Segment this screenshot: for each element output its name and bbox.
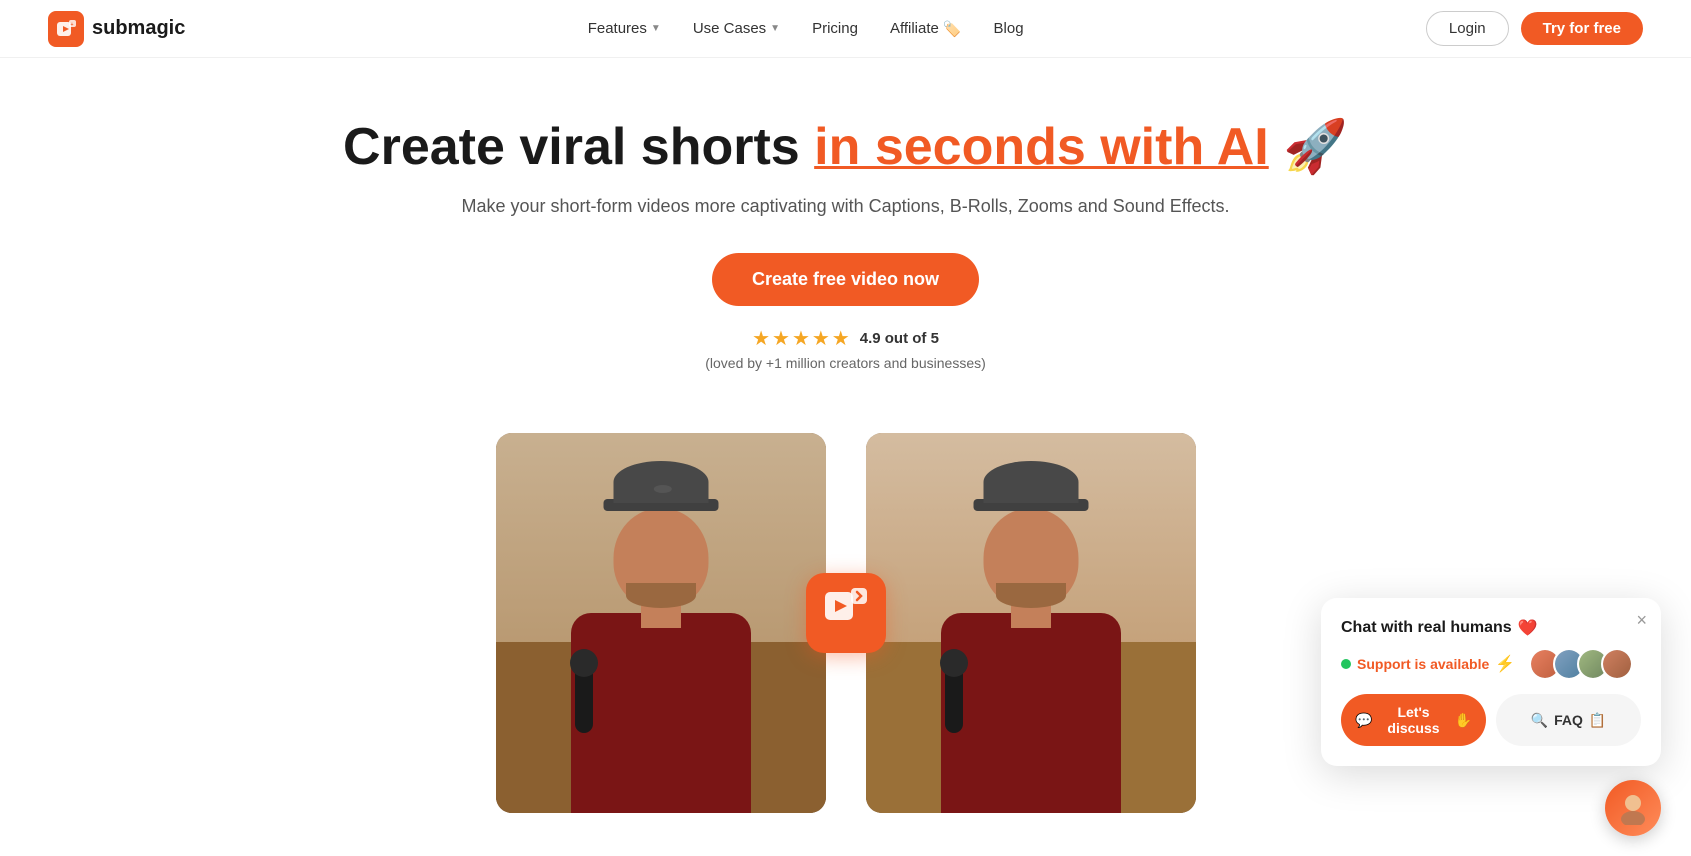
center-logo bbox=[806, 573, 886, 653]
chat-icon: 💬 bbox=[1355, 712, 1372, 729]
logo-icon: + bbox=[48, 11, 84, 47]
discuss-button[interactable]: 💬 Let's discuss ✋ bbox=[1341, 694, 1486, 746]
faq-button[interactable]: 🔍 FAQ 📋 bbox=[1496, 694, 1641, 746]
floating-avatar-icon bbox=[1605, 780, 1661, 836]
avatar-4 bbox=[1601, 648, 1633, 680]
nav-links: Features ▼ Use Cases ▼ Pricing Affiliate… bbox=[588, 20, 1024, 38]
chat-buttons: 💬 Let's discuss ✋ 🔍 FAQ 📋 bbox=[1341, 694, 1641, 746]
nav-use-cases[interactable]: Use Cases ▼ bbox=[693, 20, 780, 37]
lightning-emoji: ⚡ bbox=[1495, 654, 1515, 674]
nav-affiliate[interactable]: Affiliate 🏷️ bbox=[890, 20, 962, 38]
nav-actions: Login Try for free bbox=[1426, 11, 1643, 46]
affiliate-icon: 🏷️ bbox=[943, 20, 962, 38]
chat-status: Support is available ⚡ bbox=[1341, 648, 1641, 680]
star-icons: ★★★★★ bbox=[752, 326, 852, 351]
nav-pricing[interactable]: Pricing bbox=[812, 20, 858, 37]
nav-features[interactable]: Features ▼ bbox=[588, 20, 661, 37]
rating-score: 4.9 out of 5 bbox=[860, 330, 939, 347]
svg-text:+: + bbox=[71, 22, 74, 28]
logo-text: submagic bbox=[92, 17, 185, 40]
logo[interactable]: + submagic bbox=[48, 11, 185, 47]
rocket-emoji: 🚀 bbox=[1283, 118, 1348, 176]
hero-title: Create viral shorts in seconds with AI 🚀 bbox=[20, 118, 1671, 178]
rating-row: ★★★★★ 4.9 out of 5 bbox=[20, 326, 1671, 351]
chat-close-button[interactable]: × bbox=[1636, 610, 1647, 631]
rating-sub: (loved by +1 million creators and busine… bbox=[20, 355, 1671, 373]
search-icon: 🔍 bbox=[1531, 712, 1548, 729]
video-card-right bbox=[866, 433, 1196, 813]
faq-emoji: 📋 bbox=[1589, 712, 1606, 729]
hand-emoji: ✋ bbox=[1455, 712, 1472, 729]
chat-title: Chat with real humans ❤️ bbox=[1341, 618, 1641, 638]
navbar: + submagic Features ▼ Use Cases ▼ Pricin… bbox=[0, 0, 1691, 58]
hero-section: Create viral shorts in seconds with AI 🚀… bbox=[0, 58, 1691, 413]
hero-highlight: in seconds with AI bbox=[814, 118, 1269, 176]
video-bg-left bbox=[496, 433, 826, 813]
center-logo-icon bbox=[821, 584, 871, 642]
chevron-icon: ▼ bbox=[770, 23, 780, 34]
chat-widget: × Chat with real humans ❤️ Support is av… bbox=[1321, 598, 1661, 766]
heart-emoji: ❤️ bbox=[1518, 618, 1538, 638]
try-button[interactable]: Try for free bbox=[1521, 12, 1643, 45]
status-text: Support is available bbox=[1357, 656, 1489, 672]
nav-blog[interactable]: Blog bbox=[994, 20, 1024, 37]
cta-button[interactable]: Create free video now bbox=[712, 253, 979, 306]
floating-avatar[interactable] bbox=[1605, 780, 1661, 836]
status-dot bbox=[1341, 659, 1351, 669]
video-card-left bbox=[496, 433, 826, 813]
chevron-icon: ▼ bbox=[651, 23, 661, 34]
video-bg-right bbox=[866, 433, 1196, 813]
chat-avatars bbox=[1529, 648, 1633, 680]
login-button[interactable]: Login bbox=[1426, 11, 1509, 46]
hero-subtitle: Make your short-form videos more captiva… bbox=[20, 196, 1671, 217]
